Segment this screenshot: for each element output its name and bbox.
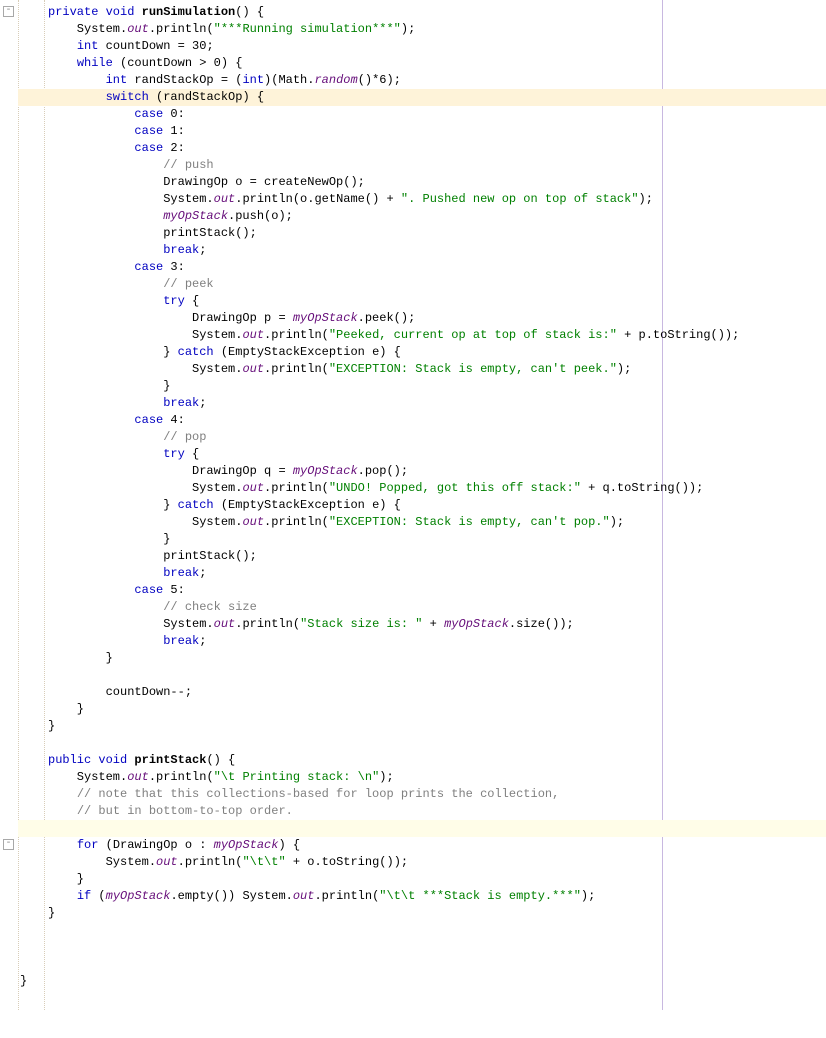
code-line: // pop [0,429,826,446]
code-line: } [0,650,826,667]
code-line: } [0,378,826,395]
code-line: case 4: [0,412,826,429]
code-line: case 0: [0,106,826,123]
code-line [0,922,826,939]
code-line: case 1: [0,123,826,140]
code-line: break; [0,395,826,412]
code-line: try { [0,446,826,463]
code-line: // note that this collections-based for … [0,786,826,803]
code-line: DrawingOp o = createNewOp(); [0,174,826,191]
code-line: private void runSimulation() { [0,4,826,21]
code-line: // push [0,157,826,174]
code-line: } catch (EmptyStackException e) { [0,344,826,361]
code-line: System.out.println("***Running simulatio… [0,21,826,38]
code-line [0,939,826,956]
code-line: break; [0,565,826,582]
code-line: printStack(); [0,548,826,565]
code-line: } [0,531,826,548]
code-line [0,956,826,973]
code-line: // check size [0,599,826,616]
code-line: try { [0,293,826,310]
code-line: } [0,871,826,888]
code-line: System.out.println("\t Printing stack: \… [0,769,826,786]
code-line: } [0,973,826,990]
code-line: // but in bottom-to-top order. [0,803,826,820]
fold-marker-icon-2[interactable] [3,839,14,850]
code-line: System.out.println("UNDO! Popped, got th… [0,480,826,497]
code-line: // peek [0,276,826,293]
code-line: DrawingOp q = myOpStack.pop(); [0,463,826,480]
code-line: int randStackOp = (int)(Math.random()*6)… [0,72,826,89]
code-line: System.out.println("\t\t" + o.toString()… [0,854,826,871]
code-line: System.out.println("Stack size is: " + m… [0,616,826,633]
code-line: myOpStack.push(o); [0,208,826,225]
code-line: } catch (EmptyStackException e) { [0,497,826,514]
code-line: switch (randStackOp) { [0,89,826,106]
code-line: int countDown = 30; [0,38,826,55]
code-line: if (myOpStack.empty()) System.out.printl… [0,888,826,905]
code-line: public void printStack() { [0,752,826,769]
code-line: } [0,701,826,718]
code-line: case 5: [0,582,826,599]
code-line [0,820,826,837]
code-line: System.out.println(o.getName() + ". Push… [0,191,826,208]
code-line: } [0,905,826,922]
code-editor[interactable]: private void runSimulation() { System.ou… [0,0,826,1010]
code-line: case 3: [0,259,826,276]
code-line [0,667,826,684]
fold-marker-icon-1[interactable] [3,6,14,17]
code-line: printStack(); [0,225,826,242]
code-line [0,735,826,752]
code-line: break; [0,242,826,259]
code-line: case 2: [0,140,826,157]
code-line: DrawingOp p = myOpStack.peek(); [0,310,826,327]
code-line: countDown--; [0,684,826,701]
code-line: System.out.println("Peeked, current op a… [0,327,826,344]
code-line: break; [0,633,826,650]
code-line: System.out.println("EXCEPTION: Stack is … [0,361,826,378]
code-line: for (DrawingOp o : myOpStack) { [0,837,826,854]
code-line: } [0,718,826,735]
code-line: System.out.println("EXCEPTION: Stack is … [0,514,826,531]
code-line: while (countDown > 0) { [0,55,826,72]
